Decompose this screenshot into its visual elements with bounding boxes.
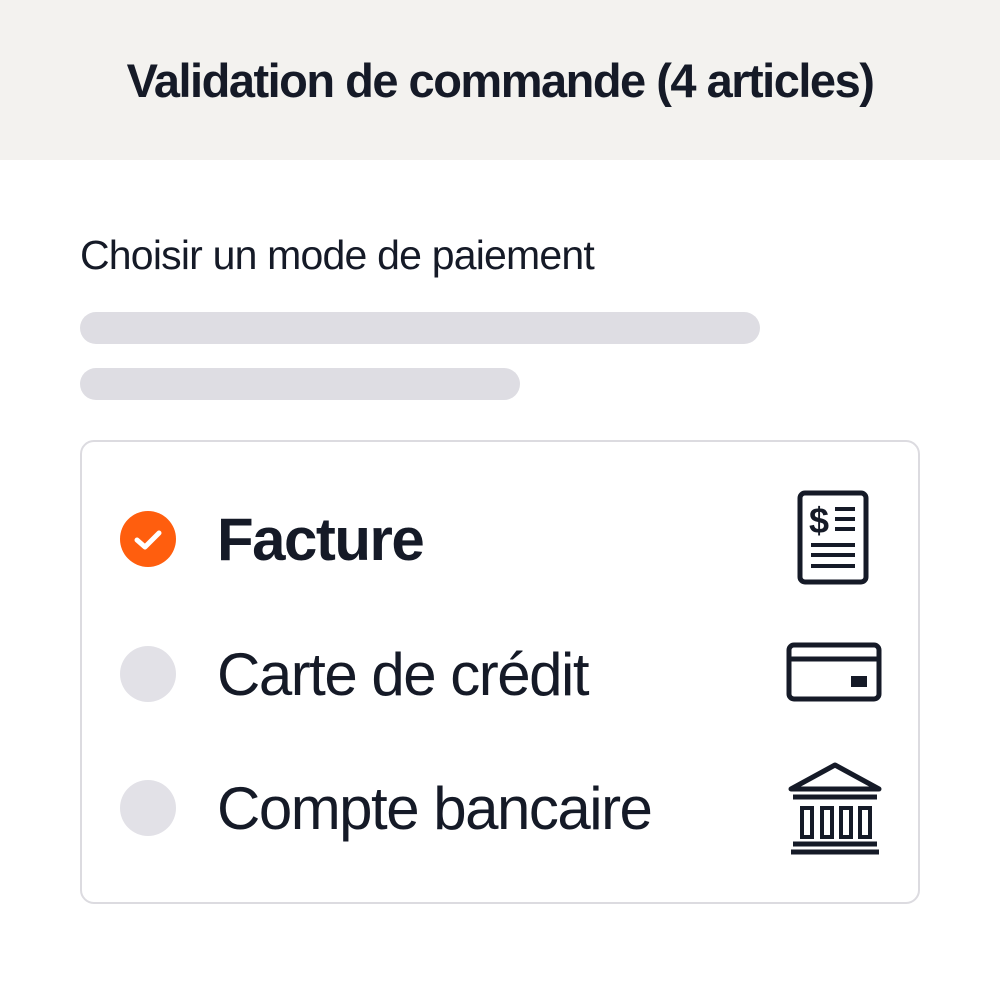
- checkmark-icon: [134, 530, 162, 550]
- skeleton-line: [80, 312, 760, 344]
- payment-method-heading: Choisir un mode de paiement: [80, 232, 595, 278]
- payment-option-invoice[interactable]: Facture $: [82, 484, 918, 594]
- invoice-icon: $: [780, 484, 890, 594]
- credit-card-icon: [780, 619, 890, 729]
- skeleton-line: [80, 368, 520, 400]
- option-label: Facture: [217, 506, 425, 573]
- radio-unchecked[interactable]: [120, 780, 176, 836]
- payment-options-card: Facture $ Carte de crédit Compte bancair…: [80, 440, 920, 904]
- payment-option-credit-card[interactable]: Carte de crédit: [82, 619, 918, 729]
- page-title: Validation de commande (4 articles): [126, 53, 875, 107]
- option-label: Compte bancaire: [217, 775, 653, 842]
- payment-option-bank-account[interactable]: Compte bancaire: [82, 753, 918, 863]
- radio-unchecked[interactable]: [120, 646, 176, 702]
- radio-checked[interactable]: [120, 511, 176, 567]
- bank-icon: [780, 753, 890, 863]
- option-label: Carte de crédit: [217, 641, 590, 708]
- svg-text:$: $: [809, 500, 829, 541]
- page-header: Validation de commande (4 articles): [0, 0, 1000, 160]
